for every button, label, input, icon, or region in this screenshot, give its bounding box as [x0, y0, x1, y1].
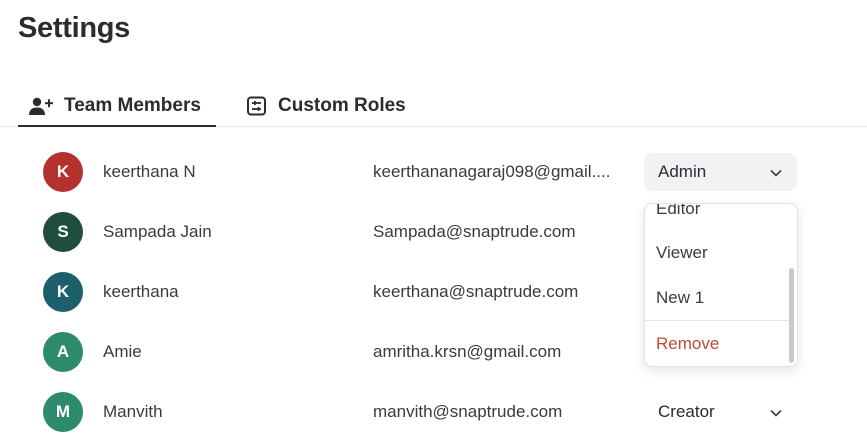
menu-item-new-1[interactable]: New 1: [645, 283, 790, 313]
member-row: K keerthana N keerthananagaraj098@gmail.…: [0, 142, 867, 202]
menu-item-viewer[interactable]: Viewer: [645, 238, 790, 268]
member-name: keerthana N: [103, 162, 196, 181]
role-dropdown[interactable]: Admin: [644, 153, 797, 191]
chevron-down-icon: [769, 165, 783, 185]
member-name: keerthana: [103, 282, 179, 301]
member-email: manvith@snaptrude.com: [373, 402, 563, 421]
avatar: M: [43, 392, 83, 432]
avatar: K: [43, 272, 83, 312]
avatar: A: [43, 332, 83, 372]
menu-item-editor[interactable]: Editor: [645, 204, 790, 224]
tab-team-members[interactable]: Team Members: [18, 86, 216, 127]
avatar: K: [43, 152, 83, 192]
tab-label: Team Members: [64, 95, 201, 116]
member-name: Manvith: [103, 402, 163, 421]
chevron-down-icon: [769, 405, 783, 425]
scrollbar-thumb[interactable]: [789, 268, 794, 363]
user-plus-icon: [28, 96, 54, 116]
role-dropdown-menu: Editor Viewer New 1 Remove: [644, 203, 798, 367]
menu-item-remove[interactable]: Remove: [645, 329, 790, 359]
page-title: Settings: [18, 12, 130, 44]
member-name: Amie: [103, 342, 142, 361]
tab-label: Custom Roles: [278, 95, 406, 116]
member-row: M Manvith manvith@snaptrude.com Creator: [0, 382, 867, 442]
tab-custom-roles[interactable]: Custom Roles: [246, 86, 406, 126]
member-email: amritha.krsn@gmail.com: [373, 342, 562, 361]
role-value: Creator: [658, 402, 715, 421]
menu-divider: [645, 320, 790, 321]
member-email: Sampada@snaptrude.com: [373, 222, 576, 241]
settings-tabs: Team Members Custom Roles: [0, 86, 867, 127]
member-name: Sampada Jain: [103, 222, 212, 241]
member-email: keerthana@snaptrude.com: [373, 282, 579, 301]
sliders-icon: [246, 96, 268, 116]
role-dropdown[interactable]: Creator: [644, 393, 797, 431]
member-email: keerthananagaraj098@gmail....: [373, 162, 611, 181]
avatar: S: [43, 212, 83, 252]
role-value: Admin: [658, 162, 707, 181]
